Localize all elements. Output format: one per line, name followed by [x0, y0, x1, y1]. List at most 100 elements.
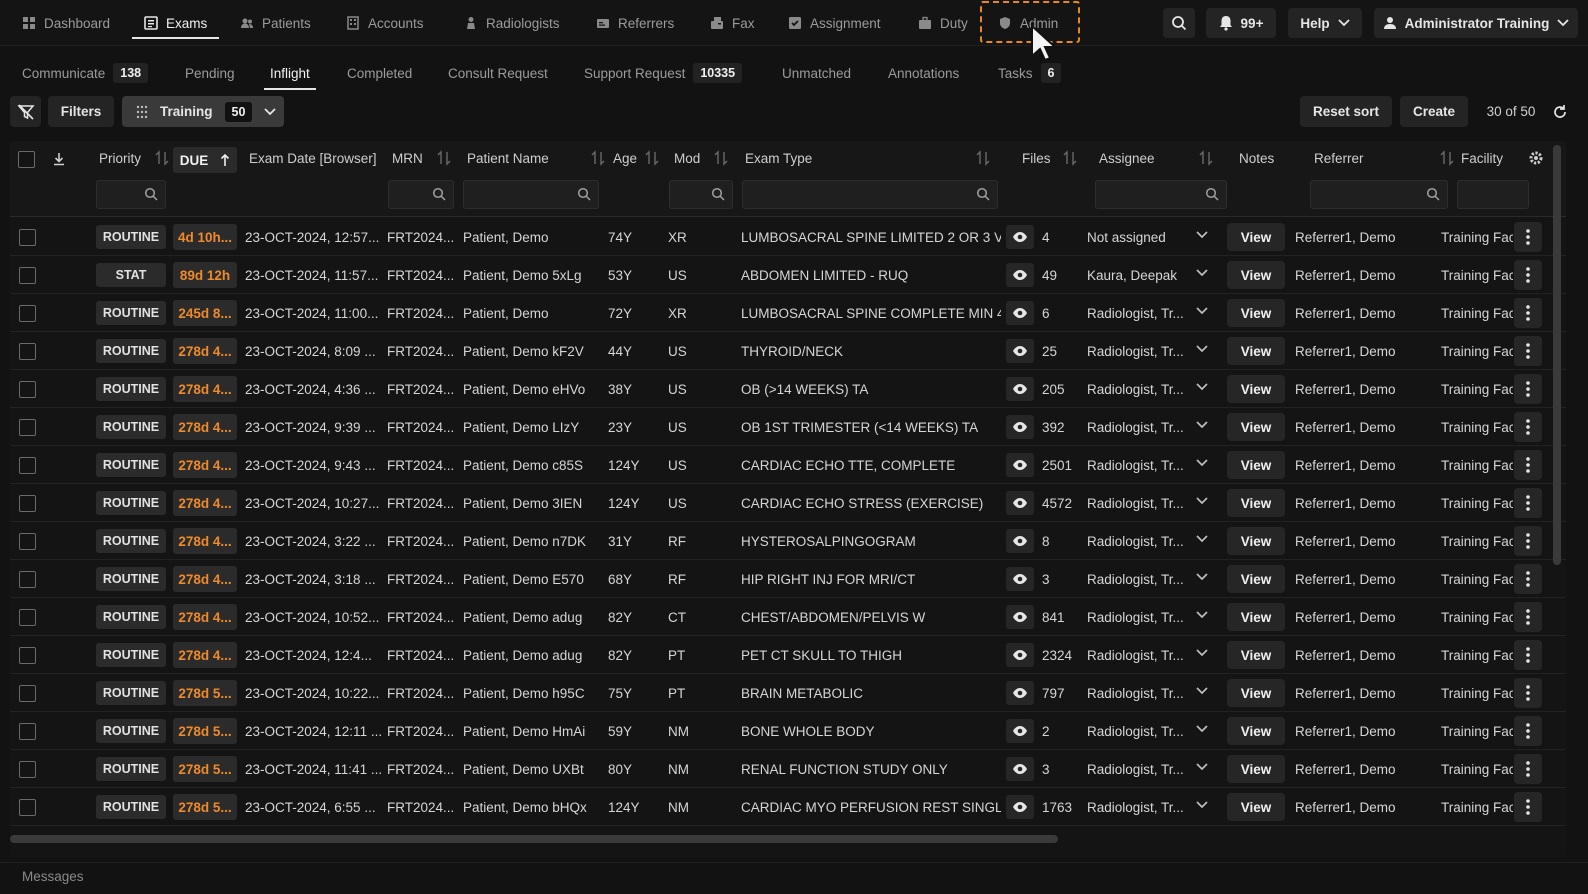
row-actions-button[interactable]	[1514, 716, 1542, 746]
assignee-dropdown[interactable]	[1196, 421, 1208, 429]
assignee-dropdown[interactable]	[1196, 801, 1208, 809]
help-menu[interactable]: Help	[1288, 8, 1362, 38]
view-notes-button[interactable]: View	[1227, 451, 1285, 479]
tab-pending[interactable]: Pending	[185, 58, 235, 88]
preview-button[interactable]	[1006, 795, 1034, 819]
assignee-dropdown[interactable]	[1196, 231, 1208, 239]
patient-name-cell[interactable]: Patient, Demo HmAi	[463, 712, 605, 750]
tab-annotations[interactable]: Annotations	[888, 58, 959, 88]
view-notes-button[interactable]: View	[1227, 565, 1285, 593]
tab-support-request[interactable]: Support Request 10335	[584, 58, 743, 88]
patient-name-cell[interactable]: Patient, Demo 3IEN	[463, 484, 605, 522]
row-checkbox[interactable]	[19, 419, 36, 436]
assignee-cell[interactable]: Radiologist, Tr...	[1087, 370, 1191, 408]
assignee-cell[interactable]: Radiologist, Tr...	[1087, 674, 1191, 712]
table-row[interactable]: ROUTINE 278d 5... 23-OCT-2024, 12:11 ... FR…	[10, 712, 1566, 750]
col-files[interactable]: Files	[1022, 145, 1077, 171]
row-checkbox[interactable]	[19, 229, 36, 246]
col-priority[interactable]: Priority	[99, 145, 169, 171]
assignee-cell[interactable]: Radiologist, Tr...	[1087, 408, 1191, 446]
col-assignee[interactable]: Assignee	[1099, 145, 1213, 171]
row-actions-button[interactable]	[1514, 792, 1542, 822]
table-row[interactable]: STAT 89d 12h 23-OCT-2024, 11:57... FRT2024.…	[10, 256, 1566, 294]
view-notes-button[interactable]: View	[1227, 223, 1285, 251]
view-notes-button[interactable]: View	[1227, 679, 1285, 707]
row-checkbox[interactable]	[19, 305, 36, 322]
col-due[interactable]: DUE	[173, 147, 237, 173]
assignee-cell[interactable]: Radiologist, Tr...	[1087, 294, 1191, 332]
assignee-dropdown[interactable]	[1196, 573, 1208, 581]
patient-name-cell[interactable]: Patient, Demo LIzY	[463, 408, 605, 446]
col-patient-name[interactable]: Patient Name	[467, 145, 605, 171]
table-row[interactable]: ROUTINE 278d 4... 23-OCT-2024, 9:39 ... FRT…	[10, 408, 1566, 446]
view-notes-button[interactable]: View	[1227, 337, 1285, 365]
saved-view-select[interactable]: Training 50	[122, 96, 284, 127]
patient-name-cell[interactable]: Patient, Demo	[463, 294, 605, 332]
download-icon[interactable]	[53, 152, 65, 166]
filter-mrn[interactable]	[388, 180, 454, 209]
preview-button[interactable]	[1006, 643, 1034, 667]
row-checkbox[interactable]	[19, 761, 36, 778]
filter-assignee[interactable]	[1095, 180, 1227, 209]
patient-name-cell[interactable]: Patient, Demo h95C	[463, 674, 605, 712]
row-checkbox[interactable]	[19, 723, 36, 740]
row-checkbox[interactable]	[19, 457, 36, 474]
assignee-dropdown[interactable]	[1196, 763, 1208, 771]
vertical-scrollbar[interactable]	[1553, 145, 1561, 565]
view-notes-button[interactable]: View	[1227, 641, 1285, 669]
table-row[interactable]: ROUTINE 278d 4... 23-OCT-2024, 8:09 ... FRT…	[10, 332, 1566, 370]
table-row[interactable]: ROUTINE 278d 5... 23-OCT-2024, 10:22... FRT…	[10, 674, 1566, 712]
assignee-dropdown[interactable]	[1196, 307, 1208, 315]
row-checkbox[interactable]	[19, 685, 36, 702]
row-checkbox[interactable]	[19, 571, 36, 588]
gear-icon[interactable]	[1528, 150, 1544, 166]
row-checkbox[interactable]	[19, 343, 36, 360]
filter-priority[interactable]	[96, 180, 166, 209]
col-age[interactable]: Age	[613, 145, 659, 171]
table-row[interactable]: ROUTINE 278d 4... 23-OCT-2024, 3:22 ... FRT…	[10, 522, 1566, 560]
view-notes-button[interactable]: View	[1227, 793, 1285, 821]
patient-name-cell[interactable]: Patient, Demo bHQx	[463, 788, 605, 826]
tab-unmatched[interactable]: Unmatched	[782, 58, 851, 88]
row-actions-button[interactable]	[1514, 336, 1542, 366]
preview-button[interactable]	[1006, 491, 1034, 515]
tab-completed[interactable]: Completed	[347, 58, 412, 88]
col-mod[interactable]: Mod	[674, 145, 728, 171]
row-actions-button[interactable]	[1514, 374, 1542, 404]
col-mrn[interactable]: MRN	[392, 145, 451, 171]
tab-inflight[interactable]: Inflight	[264, 58, 316, 90]
assignee-cell[interactable]: Radiologist, Tr...	[1087, 636, 1191, 674]
create-button[interactable]: Create	[1400, 96, 1468, 127]
search-button[interactable]	[1163, 8, 1195, 38]
assignee-cell[interactable]: Radiologist, Tr...	[1087, 712, 1191, 750]
col-exam-type[interactable]: Exam Type	[745, 145, 990, 171]
assignee-dropdown[interactable]	[1196, 345, 1208, 353]
view-notes-button[interactable]: View	[1227, 299, 1285, 327]
row-actions-button[interactable]	[1514, 754, 1542, 784]
table-row[interactable]: ROUTINE 278d 4... 23-OCT-2024, 9:43 ... FRT…	[10, 446, 1566, 484]
messages-bar[interactable]: Messages	[0, 862, 1588, 894]
assignee-dropdown[interactable]	[1196, 535, 1208, 543]
assignee-cell[interactable]: Radiologist, Tr...	[1087, 560, 1191, 598]
patient-name-cell[interactable]: Patient, Demo 5xLg	[463, 256, 605, 294]
assignee-cell[interactable]: Radiologist, Tr...	[1087, 484, 1191, 522]
row-actions-button[interactable]	[1514, 564, 1542, 594]
filter-facility[interactable]	[1457, 180, 1529, 209]
assignee-dropdown[interactable]	[1196, 649, 1208, 657]
row-actions-button[interactable]	[1514, 298, 1542, 328]
view-notes-button[interactable]: View	[1227, 603, 1285, 631]
preview-button[interactable]	[1006, 757, 1034, 781]
patient-name-cell[interactable]: Patient, Demo n7DK	[463, 522, 605, 560]
preview-button[interactable]	[1006, 415, 1034, 439]
preview-button[interactable]	[1006, 301, 1034, 325]
nav-accounts[interactable]: Accounts	[334, 9, 436, 37]
view-notes-button[interactable]: View	[1227, 261, 1285, 289]
nav-referrers[interactable]: Referrers	[584, 9, 686, 37]
col-facility[interactable]: Facility	[1461, 145, 1503, 171]
table-row[interactable]: ROUTINE 278d 4... 23-OCT-2024, 12:4... FRT2…	[10, 636, 1566, 674]
patient-name-cell[interactable]: Patient, Demo E570	[463, 560, 605, 598]
tab-consult-request[interactable]: Consult Request	[448, 58, 548, 88]
preview-button[interactable]	[1006, 719, 1034, 743]
assignee-cell[interactable]: Radiologist, Tr...	[1087, 446, 1191, 484]
assignee-dropdown[interactable]	[1196, 269, 1208, 277]
